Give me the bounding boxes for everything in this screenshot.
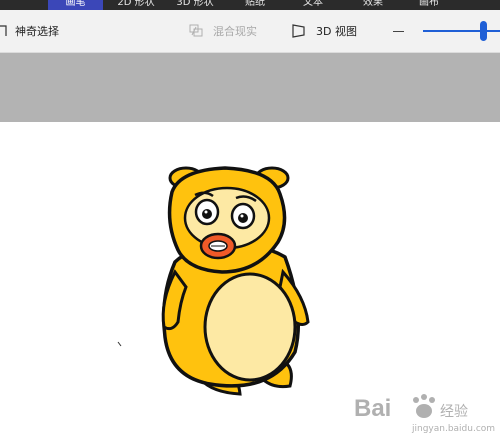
tab-brushes[interactable]: 画笔 [48,0,103,10]
view-3d-icon [292,24,305,38]
toolbar-left-icon[interactable] [0,10,14,52]
tab-text[interactable]: 文本 [298,0,328,10]
magic-select-icon [0,25,7,36]
tab-2d-shapes[interactable]: 2D 形状 [113,0,159,10]
bear-belly [203,272,297,382]
view-3d-label: 3D 视图 [316,25,357,38]
magic-select-button[interactable]: 神奇选择 [15,10,59,52]
baidu-watermark: Bai 经验 jingyan.baidu.com [352,386,500,436]
svg-text:Bai: Bai [354,395,391,422]
tab-3d-shapes[interactable]: 3D 形状 [172,0,218,10]
zoom-slider-thumb[interactable] [480,21,487,41]
magic-select-label: 神奇选择 [15,25,59,38]
zoom-out-icon[interactable] [393,31,404,32]
mixed-reality-label: 混合现实 [213,25,257,38]
svg-text:jingyan.baidu.com: jingyan.baidu.com [411,424,495,434]
tab-stickers[interactable]: 贴纸 [240,0,270,10]
mixed-reality-button[interactable]: 混合现实 [189,10,257,52]
view-3d-button[interactable]: 3D 视图 [292,10,357,52]
svg-text:经验: 经验 [440,404,468,420]
zoom-slider-track[interactable] [423,30,500,32]
ribbon-tab-bar: 画笔 2D 形状 3D 形状 贴纸 文本 效果 画布 [0,0,500,10]
tab-effects[interactable]: 效果 [358,0,388,10]
mixed-reality-icon [189,24,203,37]
tab-canvas[interactable]: 画布 [414,0,444,10]
stray-stroke [117,341,122,347]
workspace-background [0,53,500,122]
toolbar: 神奇选择 混合现实 3D 视图 [0,10,500,53]
